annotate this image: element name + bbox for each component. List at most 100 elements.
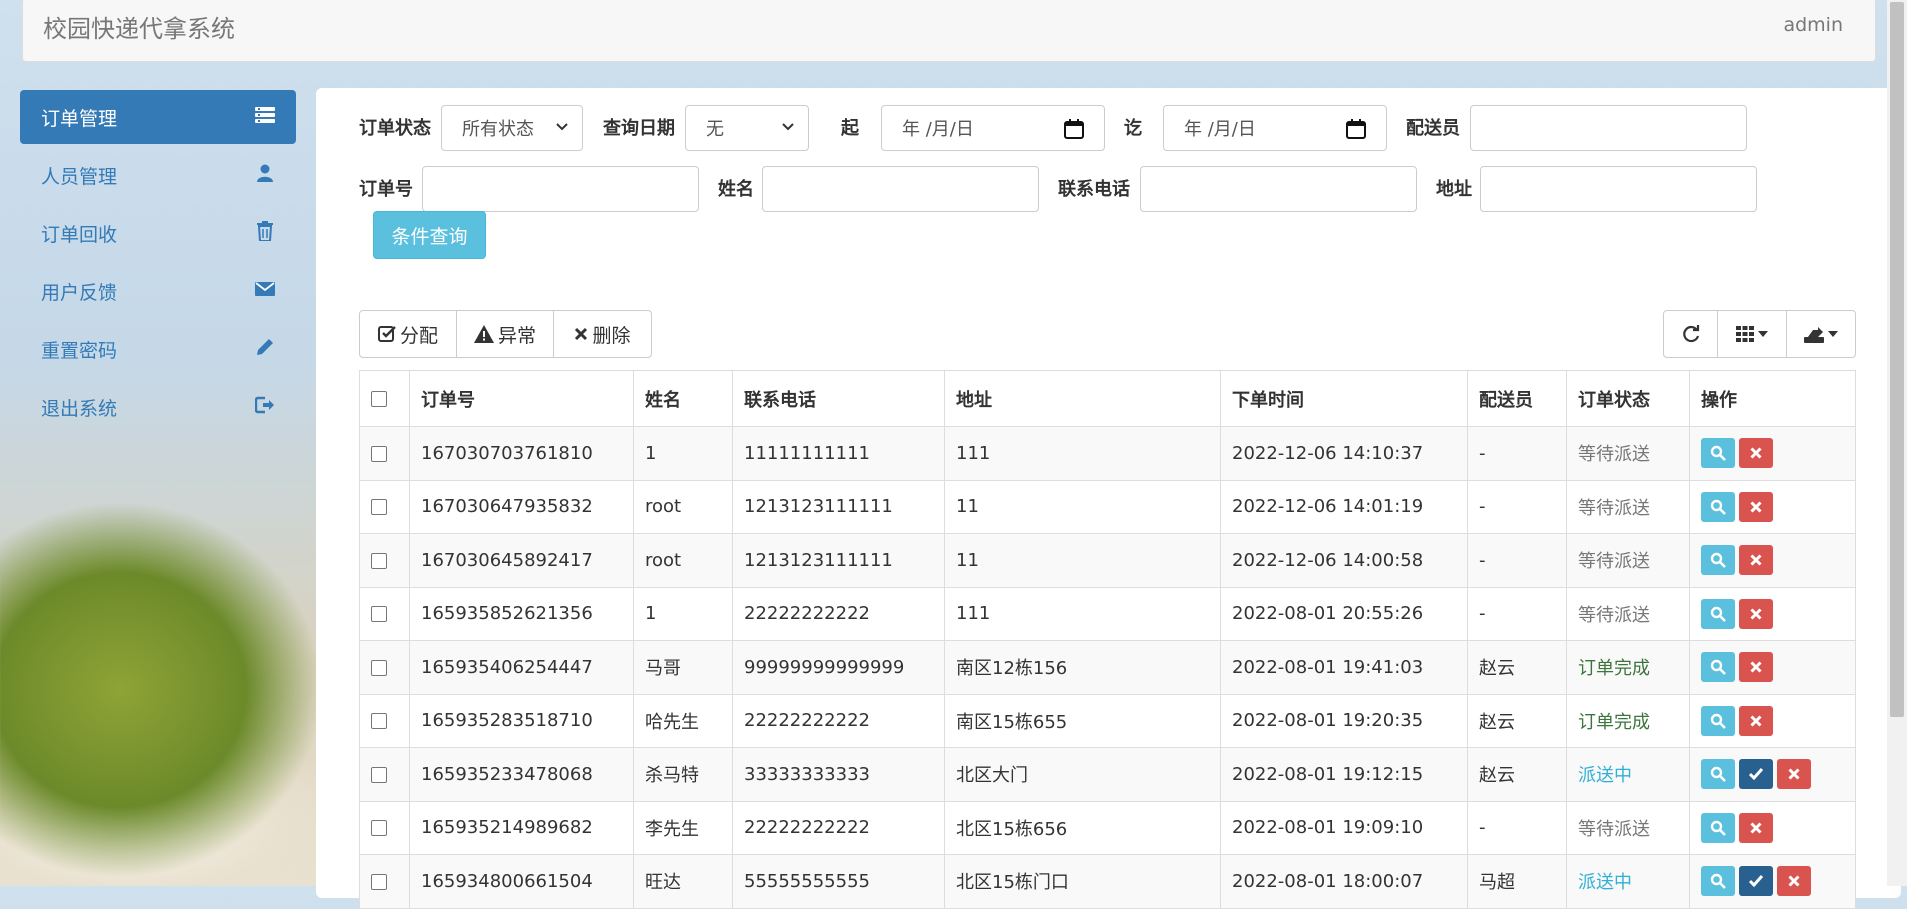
order-no-cell: 165935406254447 [409,640,634,695]
courier-filter-label: 配送员 [1406,118,1460,139]
row-checkbox[interactable] [371,713,387,730]
refresh-button[interactable] [1663,310,1718,358]
row-select-cell [359,747,410,802]
remove-button[interactable] [1777,759,1811,790]
grid-icon [1736,326,1754,342]
view-button[interactable] [1701,866,1735,897]
row-checkbox[interactable] [371,766,387,783]
remove-button[interactable] [1739,652,1773,683]
sidebar-item-staff[interactable]: 人员管理 [20,148,296,202]
app-title[interactable]: 校园快递代拿系统 [43,9,235,44]
date-type-select[interactable]: 无 [685,105,809,151]
caret-down-icon [1758,331,1768,337]
remove-button[interactable] [1739,491,1773,522]
name-cell: root [633,533,733,588]
search-icon [1710,499,1726,515]
table-row[interactable]: 165935852621356 1 22222222222 111 2022-08-01… [359,586,1856,641]
remove-button[interactable] [1739,705,1773,736]
sidebar-item-logout[interactable]: 退出系统 [20,380,296,434]
column-header[interactable]: 地址 [944,370,1221,427]
sidebar-item-recycle[interactable]: 订单回收 [20,206,296,260]
sidebar-item-feedback[interactable]: 用户反馈 [20,264,296,318]
complete-button[interactable] [1739,866,1773,897]
remove-button[interactable] [1739,545,1773,576]
assign-button[interactable]: 分配 [359,310,457,358]
column-header[interactable]: 订单号 [409,370,634,427]
courier-input[interactable] [1470,105,1747,151]
chevron-down-icon [556,123,568,131]
column-header[interactable]: 联系电话 [732,370,945,427]
sidebar-item-reset-password[interactable]: 重置密码 [20,322,296,376]
to-date-input[interactable]: 年 /月/日 [1163,105,1387,151]
view-button[interactable] [1701,759,1735,790]
row-checkbox[interactable] [371,820,387,837]
column-header[interactable]: 订单状态 [1566,370,1690,427]
row-select-cell [359,479,410,534]
row-checkbox[interactable] [371,659,387,676]
columns-toggle-button[interactable] [1717,310,1787,358]
row-checkbox[interactable] [371,499,387,516]
remove-button[interactable] [1777,866,1811,897]
table-row[interactable]: 165935233478068 杀马特 33333333333 北区大门 2022-08… [359,747,1856,802]
from-date-input[interactable]: 年 /月/日 [881,105,1105,151]
column-header[interactable]: 姓名 [633,370,733,427]
assign-button-label: 分配 [399,324,438,347]
sidebar-item-orders[interactable]: 订单管理 [20,90,296,144]
complete-button[interactable] [1739,759,1773,790]
select-all-checkbox[interactable] [371,391,387,407]
status-select-value: 所有状态 [462,119,534,140]
address-input[interactable] [1480,166,1757,212]
row-checkbox[interactable] [371,606,387,623]
view-button[interactable] [1701,598,1735,629]
list-icon [254,104,276,126]
actions-cell [1689,854,1856,909]
table-row[interactable]: 165935214989682 李先生 22222222222 北区15栋656 202… [359,800,1856,855]
table-tools [1663,310,1856,358]
column-header[interactable]: 下单时间 [1220,370,1468,427]
search-icon [1710,445,1726,462]
abnormal-button[interactable]: 异常 [456,310,554,358]
table-row[interactable]: 167030645892417 root 1213123111111 11 2022-1… [359,533,1856,588]
courier-cell: 赵云 [1467,693,1567,748]
table-row[interactable]: 167030703761810 1 11111111111 111 2022-12-06… [359,426,1856,481]
calendar-icon[interactable] [1064,119,1084,139]
row-checkbox[interactable] [371,445,387,462]
caret-down-icon [1828,331,1838,337]
row-checkbox[interactable] [371,552,387,569]
phone-input[interactable] [1140,166,1417,212]
remove-button[interactable] [1739,598,1773,629]
order-no-input[interactable] [422,166,699,212]
view-button[interactable] [1701,652,1735,683]
status-select[interactable]: 所有状态 [441,105,583,151]
remove-button[interactable] [1739,438,1773,469]
column-header[interactable]: 配送员 [1467,370,1567,427]
export-button[interactable] [1786,310,1856,358]
check-icon [1749,875,1763,888]
view-button[interactable] [1701,812,1735,843]
view-button[interactable] [1701,491,1735,522]
orders-table-body: 167030703761810 1 11111111111 111 2022-12-06… [359,426,1856,909]
order-no-cell: 167030647935832 [409,479,634,534]
order-no-cell: 165935214989682 [409,800,634,855]
status-cell: 等待派送 [1566,479,1690,534]
page-scrollbar[interactable] [1887,0,1907,886]
query-button[interactable]: 条件查询 [373,211,486,259]
phone-cell: 33333333333 [732,747,945,802]
close-icon [1750,661,1762,673]
row-actions [1701,652,1855,683]
table-row[interactable]: 167030647935832 root 1213123111111 11 2022-1… [359,479,1856,534]
calendar-icon[interactable] [1346,119,1366,139]
delete-button[interactable]: 删除 [553,310,652,358]
scrollbar-thumb[interactable] [1890,2,1904,717]
view-button[interactable] [1701,545,1735,576]
remove-button[interactable] [1739,812,1773,843]
table-row[interactable]: 165934800661504 旺达 55555555555 北区15栋门口 2022-… [359,854,1856,909]
view-button[interactable] [1701,705,1735,736]
phone-cell: 99999999999999 [732,640,945,695]
table-row[interactable]: 165935406254447 马哥 99999999999999 南区12栋156 2… [359,640,1856,695]
table-row[interactable]: 165935283518710 哈先生 22222222222 南区15栋655 202… [359,693,1856,748]
current-user[interactable]: admin [1783,14,1843,36]
view-button[interactable] [1701,438,1735,469]
name-input[interactable] [762,166,1039,212]
row-checkbox[interactable] [371,873,387,890]
